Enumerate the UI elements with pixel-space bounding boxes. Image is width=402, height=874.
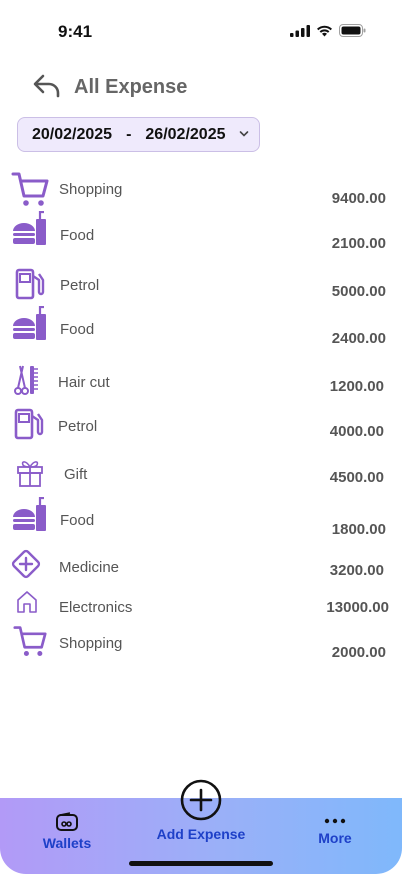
expense-row[interactable]: Food 1800.00	[0, 497, 402, 541]
expense-row[interactable]: Food 2400.00	[0, 306, 402, 350]
expense-amount: 5000.00	[331, 283, 386, 300]
expense-amount: 13000.00	[326, 599, 389, 616]
expense-category: Hair cut	[58, 374, 110, 391]
wallet-icon	[56, 812, 78, 831]
expense-amount: 1800.00	[331, 521, 386, 538]
expense-category: Shopping	[59, 181, 123, 198]
expense-amount: 4500.00	[329, 469, 384, 486]
battery-icon	[339, 24, 366, 37]
gift-icon	[17, 461, 43, 487]
page-title: All Expense	[74, 76, 188, 98]
expense-row[interactable]: Petrol 4000.00	[0, 408, 402, 444]
expense-row[interactable]: Medicine 3200.00	[0, 548, 402, 582]
expense-category: Gift	[64, 466, 88, 483]
expense-amount: 2100.00	[331, 235, 386, 252]
nav-add-expense[interactable]: Add Expense	[150, 826, 252, 842]
header: All Expense	[0, 70, 402, 104]
expense-category: Medicine	[59, 559, 120, 576]
expense-row[interactable]: Shopping 9400.00	[0, 170, 402, 214]
wifi-icon	[317, 25, 332, 36]
expense-amount: 2400.00	[331, 330, 386, 347]
home-icon	[17, 591, 37, 613]
expense-amount: 1200.00	[329, 378, 384, 395]
cart-icon	[11, 172, 49, 206]
expense-category: Petrol	[58, 418, 98, 435]
expense-category: Food	[60, 512, 95, 529]
fuel-pump-icon	[15, 268, 45, 300]
status-time: 9:41	[58, 22, 93, 41]
date-separator: -	[126, 125, 132, 143]
expense-row[interactable]: Hair cut 1200.00	[0, 364, 402, 400]
expense-amount: 2000.00	[331, 644, 386, 661]
expense-row[interactable]: Petrol 5000.00	[0, 268, 402, 308]
date-end: 26/02/2025	[145, 125, 226, 143]
expense-row[interactable]: Food 2100.00	[0, 211, 402, 255]
nav-wallets[interactable]: Wallets	[38, 812, 96, 851]
date-range-selector[interactable]: 20/02/2025 - 26/02/2025	[17, 117, 260, 152]
burger-drink-icon	[13, 497, 46, 531]
expense-amount: 3200.00	[329, 562, 384, 579]
nav-add-expense-label: Add Expense	[156, 826, 246, 842]
fuel-pump-icon	[14, 408, 44, 440]
expense-category: Shopping	[59, 635, 123, 652]
medical-plus-icon	[11, 549, 41, 579]
expense-row[interactable]: Gift 4500.00	[0, 458, 402, 494]
home-indicator	[129, 861, 273, 866]
expense-amount: 9400.00	[331, 190, 386, 207]
nav-more-label: More	[318, 830, 352, 846]
burger-drink-icon	[13, 306, 46, 340]
date-start: 20/02/2025	[32, 125, 113, 143]
status-icons	[290, 24, 366, 37]
chevron-down-icon	[239, 131, 249, 137]
expense-category: Food	[60, 227, 95, 244]
expense-amount: 4000.00	[329, 423, 384, 440]
nav-wallets-label: Wallets	[42, 835, 92, 851]
expense-category: Petrol	[60, 277, 100, 294]
expense-row[interactable]: Shopping 2000.00	[0, 624, 402, 664]
back-arrow-icon[interactable]	[32, 72, 62, 100]
expense-category: Electronics	[59, 599, 133, 616]
status-bar: 9:41	[0, 0, 402, 60]
more-dots-icon	[324, 818, 346, 824]
add-circle-icon[interactable]	[180, 779, 222, 821]
scissors-comb-icon	[14, 365, 38, 395]
nav-more[interactable]: More	[310, 818, 360, 846]
expense-category: Food	[60, 321, 95, 338]
expense-row[interactable]: Electronics 13000.00	[0, 590, 402, 620]
signal-icon	[290, 24, 310, 37]
burger-drink-icon	[13, 211, 46, 245]
cart-icon	[13, 626, 47, 657]
